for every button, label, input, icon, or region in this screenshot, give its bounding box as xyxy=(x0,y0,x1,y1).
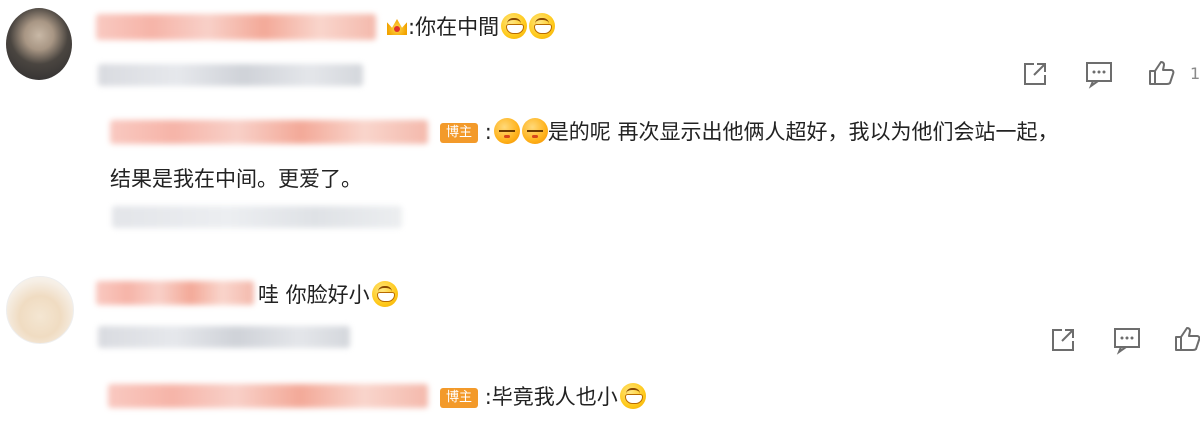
reply-body-line2: 结果是我在中间。更爱了。 xyxy=(110,167,362,191)
blush-icon xyxy=(521,118,548,144)
author-badge: 博主 xyxy=(440,123,479,143)
reply-text: 博主 : 是的呢 再次显示出他俩人超好，我以为他们会站一起， xyxy=(440,118,1058,146)
reply-username-blurred[interactable] xyxy=(108,384,428,408)
avatar[interactable] xyxy=(6,276,74,344)
username-blurred[interactable] xyxy=(96,14,376,40)
grin-icon xyxy=(619,383,646,409)
comment-body: :你在中間 xyxy=(408,15,500,39)
avatar[interactable] xyxy=(6,8,72,80)
grin-icon xyxy=(529,13,556,39)
reply-text: 博主 :毕竟我人也小 xyxy=(440,383,646,411)
comment-icon[interactable] xyxy=(1084,59,1114,89)
grin-icon xyxy=(501,13,528,39)
like-icon[interactable] xyxy=(1146,58,1176,88)
reply-username-blurred[interactable] xyxy=(110,120,428,144)
reply-body-line1: 是的呢 再次显示出他俩人超好，我以为他们会站一起， xyxy=(547,120,1059,144)
username-blurred[interactable] xyxy=(96,281,254,305)
comment-text: 哇 你脸好小 xyxy=(258,281,398,309)
blush-icon xyxy=(493,118,520,144)
share-icon[interactable] xyxy=(1020,59,1050,89)
author-badge: 博主 xyxy=(440,388,479,408)
comment-text: :你在中間 xyxy=(384,13,556,41)
comment-meta-blurred xyxy=(98,326,350,348)
reply-meta-blurred xyxy=(112,206,402,228)
crown-icon xyxy=(386,15,408,37)
like-icon[interactable] xyxy=(1172,324,1200,354)
comment-meta-blurred xyxy=(98,64,363,86)
share-icon[interactable] xyxy=(1048,325,1078,355)
grin-icon xyxy=(371,281,398,307)
reply-body: :毕竟我人也小 xyxy=(484,385,618,409)
comment-feed: :你在中間 1 博主 : 是的呢 再次显示出他俩人超好，我以为他们会站一起， 结果… xyxy=(0,0,1200,423)
comment-body: 哇 你脸好小 xyxy=(258,283,370,307)
like-count: 1 xyxy=(1190,64,1200,83)
comment-icon[interactable] xyxy=(1112,325,1142,355)
